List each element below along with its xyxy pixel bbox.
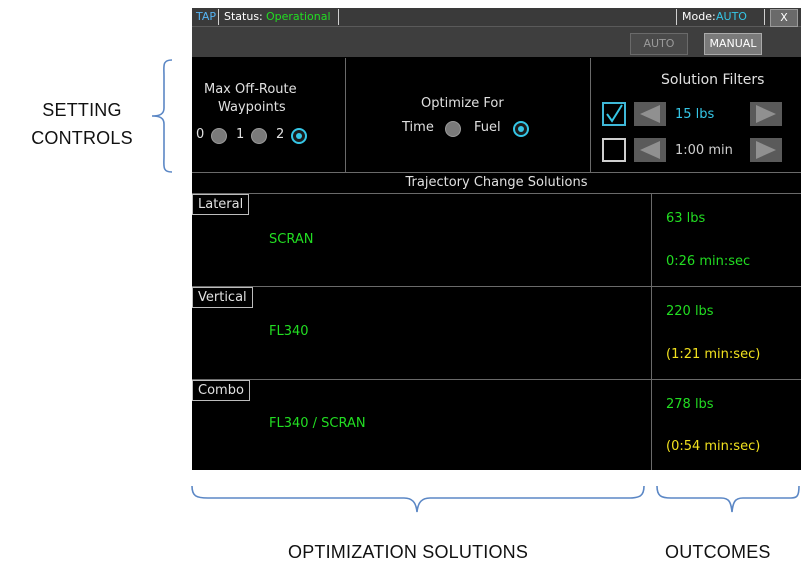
title-divider [676, 9, 677, 25]
settings-divider [345, 58, 346, 172]
optimize-for-label: Optimize For [421, 96, 504, 111]
outcome-divider [651, 380, 652, 470]
optimization-solutions-annotation: OPTIMIZATION SOLUTIONS [288, 542, 529, 562]
time-filter-value: 1:00 min [675, 143, 733, 158]
outcome-fuel: 220 lbs [666, 304, 714, 319]
settings-divider [590, 58, 591, 172]
outcomes-brace [656, 485, 800, 513]
setting-controls-annotation: SETTING CONTROLS [26, 96, 138, 152]
status-value: Operational [266, 10, 331, 23]
outcome-divider [651, 194, 652, 286]
annotation-line-2: CONTROLS [31, 128, 133, 148]
fuel-filter-decrease-button[interactable] [634, 102, 666, 126]
optimize-fuel-label: Fuel [474, 120, 501, 135]
left-arrow-icon [640, 105, 660, 123]
solution-row-vertical[interactable]: Vertical FL340 220 lbs (1:21 min:sec) [192, 287, 801, 380]
mode-label: Mode: [682, 10, 716, 23]
solution-filters-title: Solution Filters [661, 72, 765, 88]
solution-type-tag: Lateral [192, 194, 250, 215]
right-arrow-icon [756, 105, 776, 123]
outcome-fuel: 63 lbs [666, 211, 706, 226]
outcome-divider [651, 287, 652, 379]
outcome-time: 0:26 min:sec [666, 254, 751, 269]
solution-text: SCRAN [269, 232, 314, 247]
title-divider [218, 9, 219, 25]
close-icon: X [780, 11, 788, 24]
waypoints-option-2-label: 2 [276, 127, 285, 142]
solution-text: FL340 [269, 324, 309, 339]
waypoints-label-line-2: Waypoints [218, 100, 286, 115]
waypoints-option-0-label: 0 [196, 127, 205, 142]
checkmark-icon [606, 104, 623, 123]
waypoints-label-line-1: Max Off-Route [204, 82, 297, 97]
annotation-line-1: SETTING [42, 100, 122, 120]
waypoints-option-1-label: 1 [236, 127, 245, 142]
optimize-time-radio[interactable] [445, 121, 461, 137]
outcomes-annotation: OUTCOMES [665, 542, 771, 562]
title-divider [338, 9, 339, 25]
mode-bar: AUTO MANUAL [192, 27, 801, 57]
waypoints-radio-2[interactable] [291, 128, 307, 144]
outcome-fuel: 278 lbs [666, 397, 714, 412]
fuel-filter-increase-button[interactable] [750, 102, 782, 126]
manual-button-label: MANUAL [709, 37, 757, 50]
manual-button[interactable]: MANUAL [704, 33, 762, 55]
waypoints-radio-1[interactable] [251, 128, 267, 144]
optimize-fuel-radio[interactable] [513, 121, 529, 137]
tap-window: TAP Status: Operational Mode: AUTO X AUT… [192, 8, 801, 470]
trajectory-solutions-header: Trajectory Change Solutions [192, 172, 801, 194]
settings-panel: Max Off-Route Waypoints 0 1 2 Optimize F… [192, 58, 801, 172]
time-filter-decrease-button[interactable] [634, 138, 666, 162]
waypoints-radio-0[interactable] [211, 128, 227, 144]
fuel-filter-value: 15 lbs [675, 107, 715, 122]
solution-row-lateral[interactable]: Lateral SCRAN 63 lbs 0:26 min:sec [192, 194, 801, 287]
close-button[interactable]: X [770, 9, 798, 27]
solution-type-tag: Combo [192, 380, 250, 401]
left-arrow-icon [640, 141, 660, 159]
status-label: Status: [224, 10, 263, 23]
outcome-time: (0:54 min:sec) [666, 439, 761, 454]
solutions-brace [191, 485, 645, 513]
time-filter-checkbox[interactable] [602, 138, 626, 162]
mode-value: AUTO [716, 10, 747, 23]
app-name: TAP [196, 10, 217, 23]
fuel-filter-checkbox[interactable] [602, 102, 626, 126]
optimize-time-label: Time [402, 120, 434, 135]
solution-text: FL340 / SCRAN [269, 416, 366, 431]
auto-button-label: AUTO [643, 37, 675, 50]
time-filter-increase-button[interactable] [750, 138, 782, 162]
outcome-time: (1:21 min:sec) [666, 347, 761, 362]
title-bar: TAP Status: Operational Mode: AUTO X [192, 8, 801, 27]
solution-type-tag: Vertical [192, 287, 253, 308]
title-divider [764, 9, 765, 25]
setting-controls-brace [151, 59, 173, 173]
solution-row-combo[interactable]: Combo FL340 / SCRAN 278 lbs (0:54 min:se… [192, 380, 801, 470]
auto-button[interactable]: AUTO [630, 33, 688, 55]
right-arrow-icon [756, 141, 776, 159]
